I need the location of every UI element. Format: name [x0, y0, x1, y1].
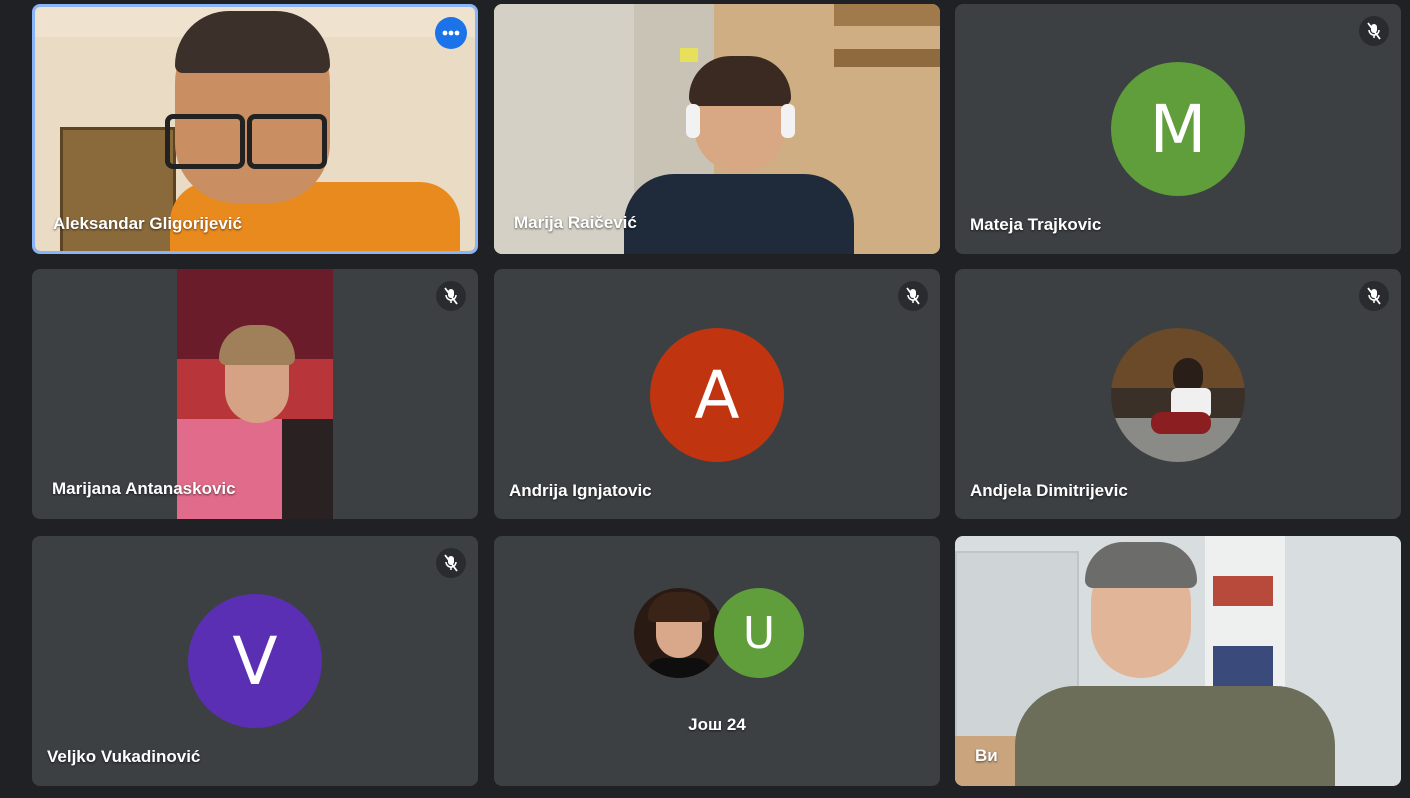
mic-off-icon	[1359, 281, 1389, 311]
participant-name: Andrija Ignjatovic	[509, 481, 652, 500]
participant-name: Marija Raičević	[514, 213, 637, 232]
participant-tile-andrija[interactable]: A Andrija Ignjatovic	[494, 269, 940, 519]
participant-tile-aleksandar[interactable]: Aleksandar Gligorijević	[32, 4, 478, 254]
more-participants-tile[interactable]: U Још 24	[494, 536, 940, 786]
avatar: A	[650, 328, 784, 462]
participant-tile-marijana[interactable]: Marijana Antanaskovic	[32, 269, 478, 519]
participant-tile-self[interactable]: Ви	[955, 536, 1401, 786]
participant-name: Mateja Trajkovic	[970, 215, 1102, 234]
more-options-icon	[442, 30, 460, 36]
participant-name: Marijana Antanaskovic	[52, 479, 236, 498]
avatar	[634, 588, 724, 678]
participant-tile-marija[interactable]: Marija Raičević	[494, 4, 940, 254]
participant-tile-andjela[interactable]: Andjela Dimitrijevic	[955, 269, 1401, 519]
mic-off-icon	[436, 281, 466, 311]
participant-name: Veljko Vukadinović	[47, 747, 201, 766]
participant-name: Aleksandar Gligorijević	[53, 214, 242, 233]
more-participants-label: Још 24	[688, 715, 746, 734]
participant-name: Ви	[975, 746, 998, 765]
mic-off-icon	[1359, 16, 1389, 46]
participant-tile-veljko[interactable]: V Veljko Vukadinović	[32, 536, 478, 786]
mic-off-icon	[898, 281, 928, 311]
avatar: M	[1111, 62, 1245, 196]
participant-name: Andjela Dimitrijevic	[970, 481, 1128, 500]
avatar: U	[714, 588, 804, 678]
avatar	[1111, 328, 1245, 462]
participant-tile-mateja[interactable]: M Mateja Trajkovic	[955, 4, 1401, 254]
more-options-button[interactable]	[435, 17, 467, 49]
mic-off-icon	[436, 548, 466, 578]
avatar: V	[188, 594, 322, 728]
participant-video	[955, 536, 1401, 786]
